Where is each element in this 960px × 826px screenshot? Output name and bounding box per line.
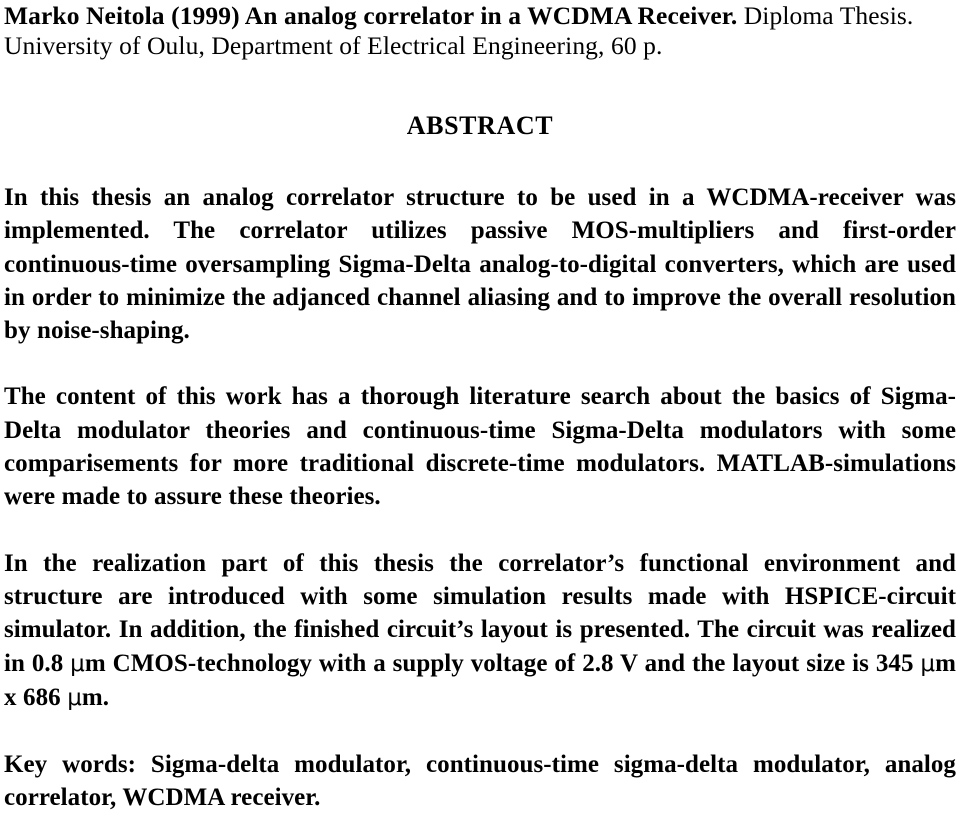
- abstract-heading: ABSTRACT: [406, 111, 554, 140]
- keywords-line: Key words: Sigma-delta modulator, contin…: [4, 748, 956, 815]
- paragraph-1: In this thesis an analog correlator stru…: [4, 184, 956, 345]
- paragraph-3: In the realization part of this thesis t…: [4, 547, 956, 715]
- paragraph-2: The content of this work has a thorough …: [4, 383, 956, 511]
- micro-symbol-icon: μ: [70, 650, 85, 677]
- citation-title: Marko Neitola (1999) An analog correlato…: [4, 1, 738, 30]
- citation-header: Marko Neitola (1999) An analog correlato…: [4, 0, 956, 61]
- abstract-body: In this thesis an analog correlator stru…: [4, 141, 956, 815]
- micro-symbol-icon: μ: [920, 650, 936, 677]
- paragraph-3-segment-2: m CMOS-technology with a supply voltage …: [84, 649, 921, 677]
- micro-symbol-icon: μ: [67, 684, 82, 711]
- paragraph-3-segment-4: m.: [81, 683, 110, 711]
- document-page: Marko Neitola (1999) An analog correlato…: [0, 0, 960, 826]
- keywords-label: Key words:: [4, 751, 151, 779]
